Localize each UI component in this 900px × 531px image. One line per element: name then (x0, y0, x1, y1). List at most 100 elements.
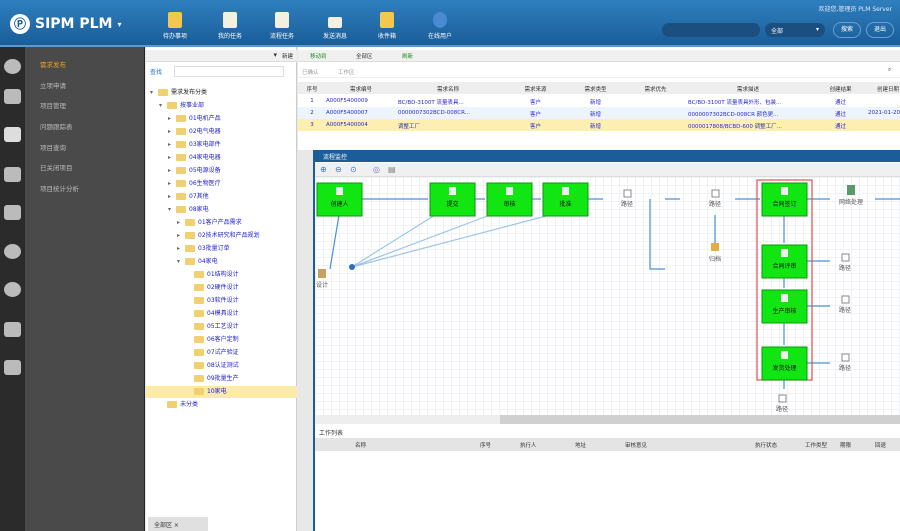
gateway[interactable]: 路径 (839, 353, 851, 372)
tree-node[interactable]: ▸ 07其他 (168, 191, 209, 203)
tree-node[interactable]: 08认证测试 (186, 360, 239, 372)
tree-search-input[interactable] (174, 66, 284, 77)
flow-node[interactable]: 提交 (429, 182, 476, 217)
column-header[interactable]: 创建结果 (818, 85, 863, 93)
column-header[interactable]: 序号 (302, 85, 322, 93)
column-header[interactable]: 需求类型 (568, 85, 623, 93)
report-icon[interactable] (4, 360, 21, 375)
database-icon[interactable] (4, 205, 21, 220)
flow-node[interactable]: 合同评审 (761, 244, 808, 279)
tree-node[interactable]: 10家电 (146, 386, 297, 398)
search-scope-select[interactable]: 全部 ▾ (765, 23, 825, 37)
chevron-down-icon[interactable]: ▾ (273, 51, 277, 59)
confirmed-checkbox[interactable]: 已确认 (302, 68, 319, 76)
flow-node[interactable]: 生产审核 (761, 289, 808, 324)
tree-node[interactable]: 01结构设计 (186, 269, 239, 281)
expand-toggle[interactable]: ▾ (177, 256, 185, 268)
tree-node[interactable]: ▾ 按事业部 (159, 100, 204, 112)
search-input[interactable] (662, 23, 760, 37)
column-header[interactable]: 地址 (575, 441, 586, 449)
tree-node[interactable]: ▸ 05电源设备 (168, 165, 221, 177)
expand-toggle[interactable]: ▸ (168, 165, 176, 177)
menu-item[interactable]: 项目管理 (40, 100, 66, 110)
column-header[interactable]: 需求优先 (628, 85, 683, 93)
tree-node[interactable]: ▸ 01电机产品 (168, 113, 221, 125)
tree-node[interactable]: 06客户定制 (186, 334, 239, 346)
table-row[interactable]: 3 A000F5400004 调整工厂 客户 新增 0000017808/BCBD-600… (298, 119, 900, 131)
expand-toggle[interactable]: ▾ (150, 87, 158, 99)
tree-node[interactable]: ▾ 04家电 (177, 256, 218, 268)
tree-node[interactable]: ▸ 01客户产品需求 (177, 217, 242, 229)
book-icon[interactable] (4, 322, 21, 337)
table-row[interactable]: 2 A000F5400007 0000007302BCD-008CR... 客户 新增 0… (298, 107, 900, 119)
zoom-in-icon[interactable]: ⊕ (320, 165, 327, 174)
column-header[interactable]: 序号 (480, 441, 491, 449)
tree-node[interactable]: ▸ 06生物医疗 (168, 178, 221, 190)
gateway[interactable]: 路径 (839, 253, 851, 272)
tool-todo[interactable]: 待办事项 (150, 12, 200, 40)
gateway[interactable]: 路径 (621, 189, 633, 208)
refresh-button[interactable]: 刷新 (402, 52, 413, 60)
column-header[interactable]: 创建日期 (868, 85, 900, 93)
move-button[interactable]: 移动到 (310, 52, 327, 60)
tree-node[interactable]: 02硬件设计 (186, 282, 239, 294)
tool-my-tasks[interactable]: 我的任务 (205, 12, 255, 40)
gateway[interactable]: 路径 (709, 189, 721, 208)
tree-node[interactable]: ▸ 03家电部件 (168, 139, 221, 151)
menu-item[interactable]: 问题跟踪表 (40, 121, 73, 131)
expand-toggle[interactable]: ▸ (177, 243, 185, 255)
column-header[interactable]: 需求名称 (398, 85, 498, 93)
tree-node[interactable]: 07试产验证 (186, 347, 239, 359)
tree-node[interactable]: ▸ 02电气电器 (168, 126, 221, 138)
expand-toggle[interactable]: ▸ (168, 126, 176, 138)
expand-toggle[interactable]: ▸ (168, 113, 176, 125)
gateway[interactable]: 路径 (776, 394, 788, 413)
zoom-out-icon[interactable]: ⊖ (335, 165, 342, 174)
tool-send-message[interactable]: 发送消息 (310, 12, 360, 40)
tab-all-area[interactable]: 全部区 × (148, 517, 208, 531)
column-header[interactable]: 执行状态 (755, 441, 777, 449)
workspace-checkbox[interactable]: 工作区 (338, 68, 355, 76)
tree-node[interactable]: 05工艺设计 (186, 321, 239, 333)
new-button[interactable]: 新建 (282, 52, 293, 60)
tree-node[interactable]: ▸ 02技术研究和产品规划 (177, 230, 260, 242)
flow-node[interactable]: 创建人 (316, 182, 363, 217)
menu-item[interactable]: 项目统计分析 (40, 183, 79, 193)
search-icon[interactable]: ⌕ (888, 67, 891, 74)
expand-toggle[interactable]: ▸ (168, 191, 176, 203)
menu-item[interactable]: 立项申请 (40, 80, 66, 90)
expand-toggle[interactable]: ▸ (177, 230, 185, 242)
tree-node[interactable]: 04模具设计 (186, 308, 239, 320)
tool-flow-tasks[interactable]: 流程任务 (257, 12, 307, 40)
expand-toggle[interactable]: ▸ (177, 217, 185, 229)
column-header[interactable]: 工作类型 (805, 441, 827, 449)
column-header[interactable]: 需求描述 (688, 85, 808, 93)
dialog-title[interactable]: 流程监控 (315, 150, 900, 162)
expand-toggle[interactable]: ▾ (159, 100, 167, 112)
menu-item[interactable]: 已关闭项目 (40, 162, 73, 172)
print-icon[interactable]: ▤ (388, 165, 396, 174)
database-doc-icon[interactable] (4, 167, 21, 182)
tree-node[interactable]: ▾ 08家电 (168, 204, 209, 216)
logout-button[interactable]: 退出 (866, 22, 894, 38)
expand-toggle[interactable]: ▾ (168, 204, 176, 216)
flow-node[interactable]: 发货处理 (761, 346, 808, 381)
cloud-icon[interactable] (4, 282, 21, 297)
flow-node[interactable]: 批准 (542, 182, 589, 217)
column-header[interactable]: 审核意见 (625, 441, 647, 449)
globe-icon[interactable] (4, 59, 21, 74)
column-header[interactable]: 执行人 (520, 441, 537, 449)
gateway[interactable]: 路径 (839, 295, 851, 314)
settings-icon[interactable] (4, 244, 21, 259)
tree-node[interactable]: 未分类 (159, 399, 198, 411)
home-icon[interactable] (4, 89, 21, 104)
tree-node[interactable]: ▸ 03批量订单 (177, 243, 230, 255)
tree-node[interactable]: 03软件设计 (186, 295, 239, 307)
flow-node[interactable]: 审核 (486, 182, 533, 217)
zoom-fit-icon[interactable]: ⊙ (350, 165, 357, 174)
menu-item[interactable]: 需求发布 (40, 59, 66, 69)
reset-icon[interactable]: ◎ (373, 165, 380, 174)
expand-toggle[interactable]: ▸ (168, 139, 176, 151)
app-logo[interactable]: Ⓟ SIPM PLM ▾ (10, 14, 122, 34)
column-header[interactable]: 回退 (875, 441, 886, 449)
